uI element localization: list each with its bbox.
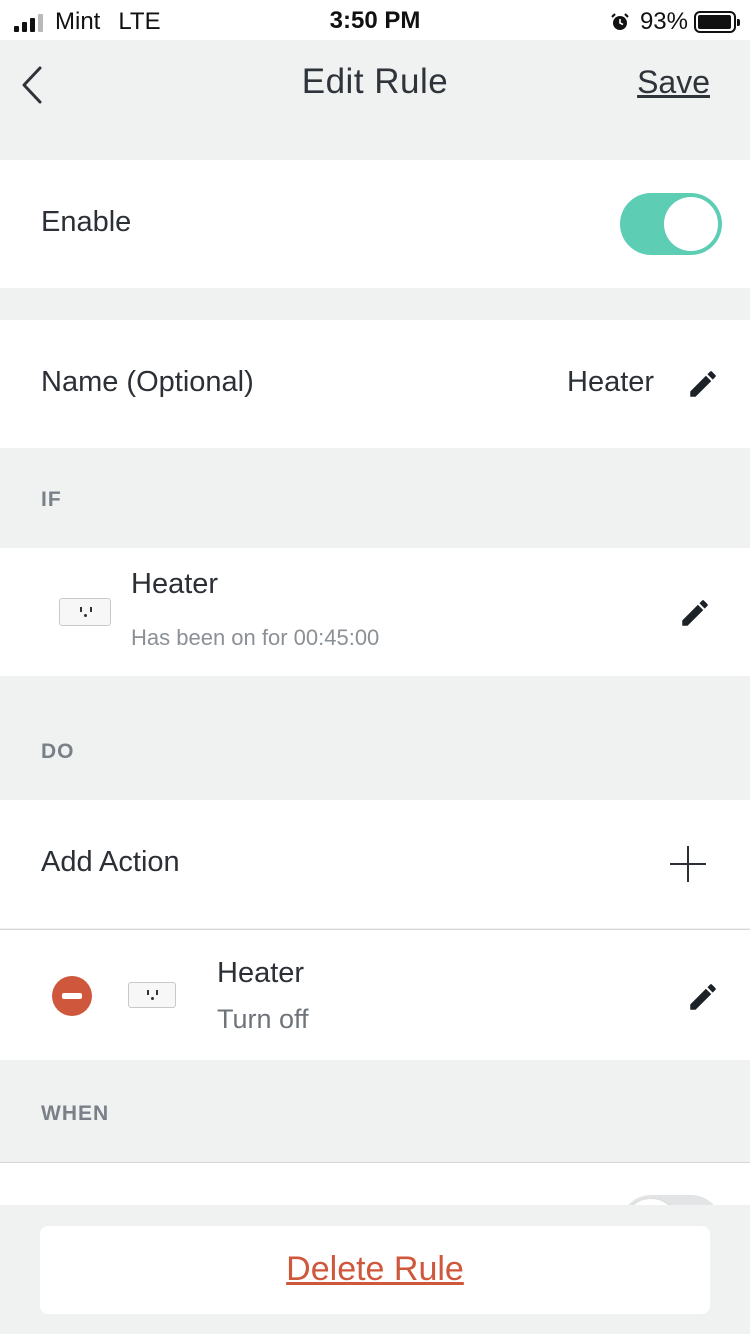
action-value-text: Turn off (217, 1004, 309, 1034)
add-action-label: Add Action (41, 846, 180, 878)
enable-row: Enable (0, 160, 750, 288)
add-icon[interactable] (670, 846, 706, 882)
name-row[interactable]: Name (Optional) Heater (0, 320, 750, 448)
remove-action-button[interactable] (52, 976, 92, 1016)
toggle-knob (664, 197, 718, 251)
name-label: Name (Optional) (41, 366, 254, 398)
battery-percent: 93% (639, 8, 688, 35)
add-action-row[interactable]: Add Action (0, 800, 750, 928)
edit-pencil-icon[interactable] (686, 980, 720, 1014)
smart-plug-icon (59, 598, 111, 626)
enable-toggle[interactable] (620, 193, 722, 255)
action-row[interactable]: Heater Turn off (0, 930, 750, 1060)
delete-rule-button[interactable]: Delete Rule (40, 1250, 710, 1289)
status-bar: Mint LTE 3:50 PM 93% (0, 0, 750, 40)
battery-icon (694, 11, 740, 33)
if-condition-text: Has been on for 00:45:00 (131, 625, 380, 650)
when-section-header: WHEN (41, 1102, 110, 1125)
enable-label: Enable (41, 206, 132, 238)
name-value: Heater (567, 366, 655, 398)
bottom-action-area: Delete Rule (0, 1205, 750, 1334)
edit-pencil-icon[interactable] (686, 367, 720, 401)
if-section-header: IF (41, 488, 62, 511)
nav-bar: Edit Rule Save (0, 40, 750, 128)
edit-pencil-icon[interactable] (678, 596, 712, 630)
do-section-header: DO (41, 740, 75, 763)
if-device-name: Heater (131, 568, 219, 600)
save-button[interactable]: Save (637, 64, 710, 101)
status-bar-right: 93% (610, 8, 740, 36)
action-device-name: Heater (217, 957, 305, 989)
if-condition-row[interactable]: Heater Has been on for 00:45:00 (0, 548, 750, 676)
smart-plug-icon (128, 982, 176, 1008)
delete-card: Delete Rule (40, 1226, 710, 1314)
alarm-icon (611, 13, 629, 30)
